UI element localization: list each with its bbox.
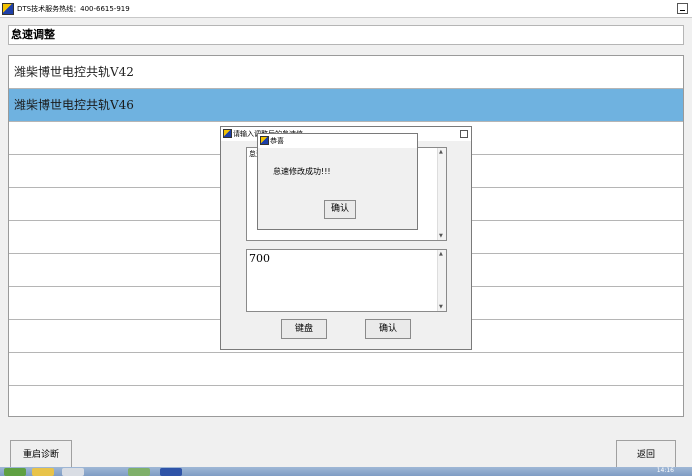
browser-icon[interactable] bbox=[62, 468, 84, 476]
list-item[interactable] bbox=[9, 353, 683, 386]
minimize-button[interactable] bbox=[677, 3, 688, 14]
message-box-titlebar: 恭喜 bbox=[258, 134, 417, 148]
list-item[interactable]: 潍柴博世电控共轨V42 bbox=[9, 56, 683, 89]
message-text: 怠速修改成功!!! bbox=[273, 167, 331, 176]
confirm-button[interactable]: 确认 bbox=[365, 319, 411, 339]
ok-button[interactable]: 确认 bbox=[324, 200, 356, 219]
dts-app-icon[interactable] bbox=[160, 468, 182, 476]
list-item-label: 潍柴博世电控共轨V46 bbox=[14, 98, 134, 112]
list-item-selected[interactable]: 潍柴博世电控共轨V46 bbox=[9, 89, 683, 122]
app-logo-icon bbox=[223, 129, 232, 138]
taskbar: 14:16 bbox=[0, 467, 692, 476]
back-button[interactable]: 返回 bbox=[616, 440, 676, 470]
page-title: 怠速调整 bbox=[8, 25, 684, 45]
window-title: DTS技术服务热线：400-6615-919 bbox=[17, 4, 130, 13]
value-scrollbar[interactable] bbox=[437, 250, 446, 311]
message-box: 恭喜 怠速修改成功!!! 确认 bbox=[257, 133, 418, 230]
list-item-label: 潍柴博世电控共轨V42 bbox=[14, 65, 134, 79]
app-logo-icon bbox=[2, 2, 14, 15]
value-text: 700 bbox=[249, 252, 270, 265]
start-button-icon[interactable] bbox=[4, 468, 26, 476]
app-icon[interactable] bbox=[128, 468, 150, 476]
minimize-button[interactable] bbox=[460, 130, 468, 138]
info-scrollbar[interactable] bbox=[437, 148, 446, 240]
window-titlebar: DTS技术服务热线：400-6615-919 bbox=[0, 0, 692, 18]
app-logo-icon bbox=[260, 136, 269, 145]
message-box-title: 恭喜 bbox=[270, 137, 284, 145]
taskbar-clock: 14:16 bbox=[656, 467, 674, 474]
keyboard-button[interactable]: 键盘 bbox=[281, 319, 327, 339]
value-input[interactable]: 700 bbox=[246, 249, 447, 312]
restart-diagnosis-button[interactable]: 重启诊断 bbox=[10, 440, 72, 470]
folder-icon[interactable] bbox=[32, 468, 54, 476]
